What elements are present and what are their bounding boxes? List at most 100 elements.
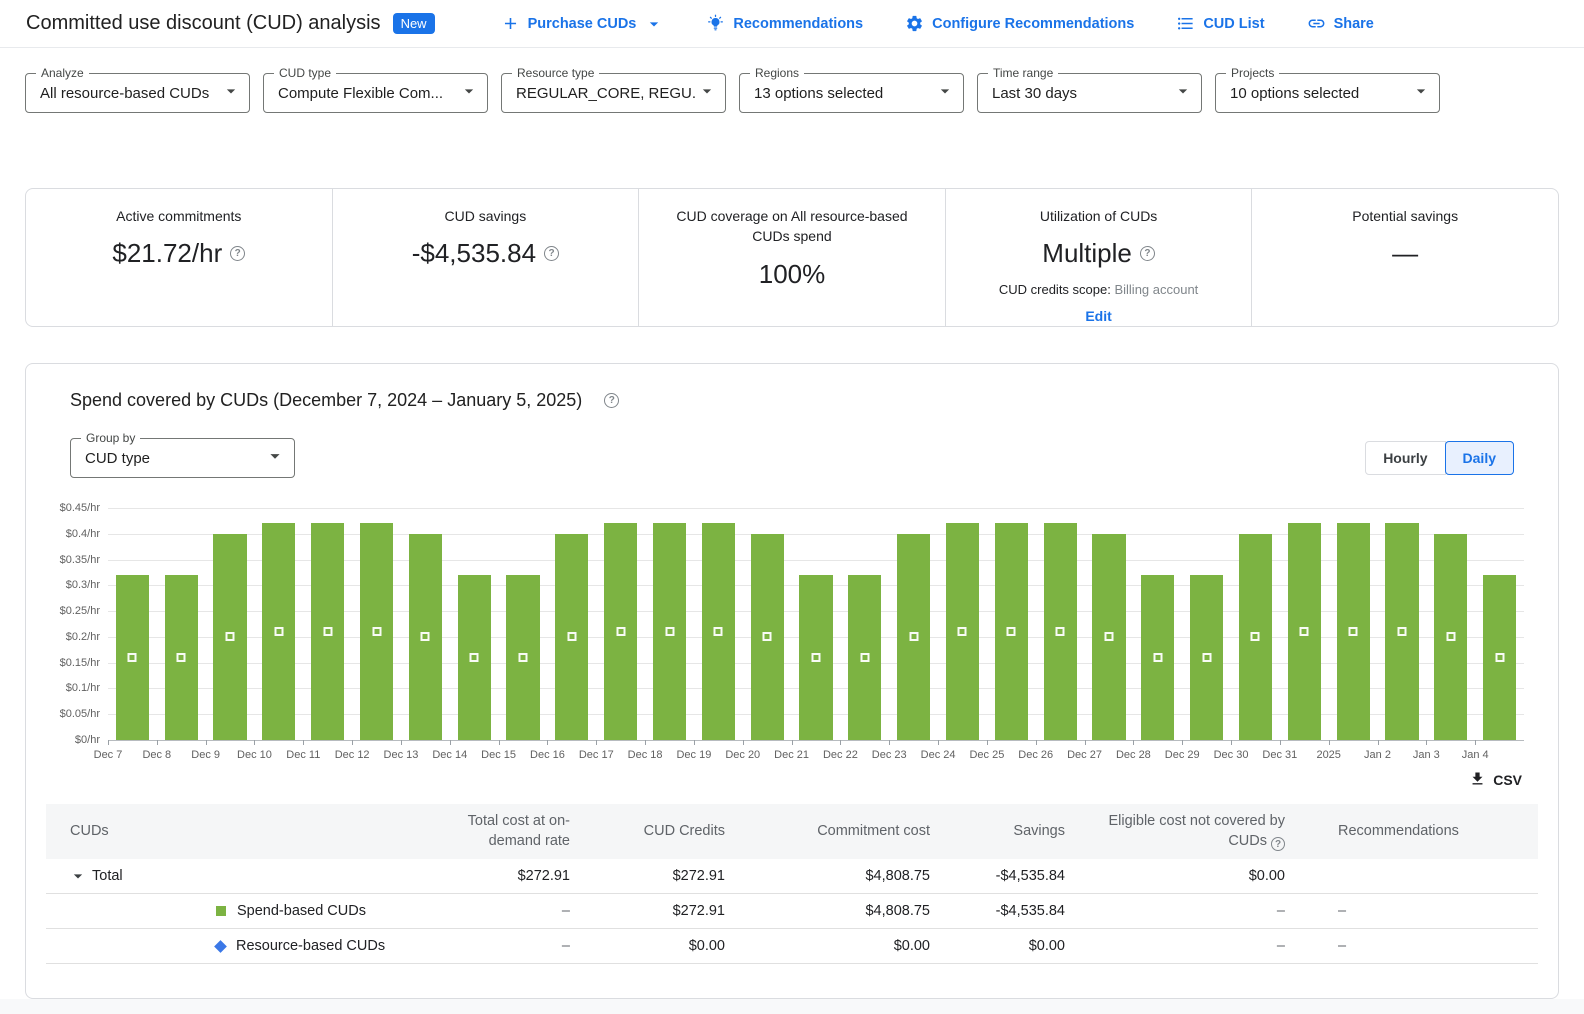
filter-label: Projects [1226,66,1279,80]
filter-value: 13 options selected [754,85,935,102]
chevron-down-icon [264,445,286,472]
table-cell: $0.00 [731,938,936,954]
action-label: Share [1334,16,1374,32]
green-square-swatch [216,906,226,916]
x-axis-label: Dec 31 [1262,749,1297,761]
hourly-daily-toggle: HourlyDaily [1365,441,1514,475]
chart-title: Spend covered by CUDs (December 7, 2024 … [70,390,582,411]
chevron-down-icon [459,81,479,106]
group-by-label: Group by [81,431,140,445]
x-axis-tick [1280,740,1281,745]
help-icon[interactable]: ? [230,246,245,261]
x-axis-tick [303,740,304,745]
help-icon[interactable]: ? [1271,837,1285,851]
table-cell: – [426,938,576,954]
x-axis-label: Dec 17 [579,749,614,761]
table-cell: – [1071,938,1291,954]
help-icon[interactable]: ? [1140,246,1155,261]
bar-marker [665,627,674,636]
table-cell: – [1291,938,1538,954]
y-axis-label: $0.35/hr [60,554,100,566]
table-cell: $272.91 [576,903,731,919]
collapse-arrow-icon[interactable] [68,866,88,886]
action-recommendations[interactable]: Recommendations [706,14,863,33]
gridline [108,740,1524,741]
toggle-hourly[interactable]: Hourly [1365,441,1445,475]
help-icon[interactable]: ? [544,246,559,261]
x-axis-tick [938,740,939,745]
filter-bar: AnalyzeAll resource-based CUDs CUD typeCo… [0,48,1584,113]
column-header: Commitment cost [731,814,936,850]
edit-scope-link[interactable]: Edit [946,308,1252,324]
action-purchase-cuds[interactable]: Purchase CUDs [501,14,665,34]
help-icon[interactable]: ? [604,393,619,408]
table-cell: $272.91 [426,868,576,884]
stat-utilization: Utilization of CUDs Multiple? CUD credit… [945,189,1252,326]
stat-value: -$4,535.84 [412,238,536,269]
table-cell: $0.00 [576,938,731,954]
filter-cud-type[interactable]: CUD typeCompute Flexible Com... [263,73,488,113]
filter-label: Analyze [36,66,89,80]
toggle-daily[interactable]: Daily [1445,441,1514,475]
x-axis-tick [596,740,597,745]
bar-marker [812,653,821,662]
filter-analyze[interactable]: AnalyzeAll resource-based CUDs [25,73,250,113]
y-axis-label: $0.1/hr [66,682,100,694]
x-axis-tick [352,740,353,745]
x-axis-tick [499,740,500,745]
x-axis-label: Dec 14 [432,749,467,761]
action-cud-list[interactable]: CUD List [1176,14,1264,33]
x-axis-label: Dec 26 [1018,749,1053,761]
bar-marker [714,627,723,636]
x-axis-tick [254,740,255,745]
table-header-row: CUDsTotal cost at on-demand rateCUD Cred… [46,804,1538,859]
filter-resource-type[interactable]: Resource typeREGULAR_CORE, REGU... [501,73,726,113]
stat-label: Active commitments [44,206,314,226]
bar-marker [1153,653,1162,662]
link-icon [1307,14,1326,33]
stat-label: CUD savings [350,206,620,226]
y-axis-label: $0.05/hr [60,708,100,720]
x-axis-tick [987,740,988,745]
bar-marker [860,653,869,662]
table-cell: – [1291,903,1538,919]
bar-marker [372,627,381,636]
row-label: Spend-based CUDs [237,903,366,919]
bar-marker [1495,653,1504,662]
bulb-icon [706,14,725,33]
stat-label: CUD coverage on All resource-based CUDs … [657,206,927,247]
table-cell: $4,808.75 [731,903,936,919]
filter-label: Regions [750,66,804,80]
column-header-label: Recommendations [1338,823,1459,839]
cud-credits-scope-value: Billing account [1114,282,1198,297]
group-by-select[interactable]: Group by CUD type [70,438,295,478]
csv-download-link[interactable]: CSV [1469,770,1522,790]
x-axis-label: Dec 18 [628,749,663,761]
bar-marker [128,653,137,662]
stat-label: Utilization of CUDs [964,206,1234,226]
bar-marker [1349,627,1358,636]
bar-marker [1300,627,1309,636]
filter-regions[interactable]: Regions13 options selected [739,73,964,113]
x-axis-tick [206,740,207,745]
x-axis-tick [1329,740,1330,745]
bar-marker [1056,627,1065,636]
y-axis-label: $0.25/hr [60,605,100,617]
table-row: Resource-based CUDs–$0.00$0.00$0.00–– [46,929,1538,964]
chevron-down-icon [644,14,664,34]
filter-label: Time range [988,66,1058,80]
action-label: Recommendations [733,16,863,32]
action-share[interactable]: Share [1307,14,1374,33]
filter-time-range[interactable]: Time rangeLast 30 days [977,73,1202,113]
action-label: Configure Recommendations [932,16,1134,32]
x-axis-label: Jan 2 [1364,749,1391,761]
column-header-label: CUDs [70,823,109,839]
bar-marker [519,653,528,662]
row-label-cell: Resource-based CUDs [46,938,426,954]
x-axis-label: Dec 7 [94,749,123,761]
action-configure-recommendations[interactable]: Configure Recommendations [905,14,1134,33]
table-cell: – [426,903,576,919]
filter-projects[interactable]: Projects10 options selected [1215,73,1440,113]
page-title: Committed use discount (CUD) analysis [26,12,381,35]
x-axis-tick [1036,740,1037,745]
